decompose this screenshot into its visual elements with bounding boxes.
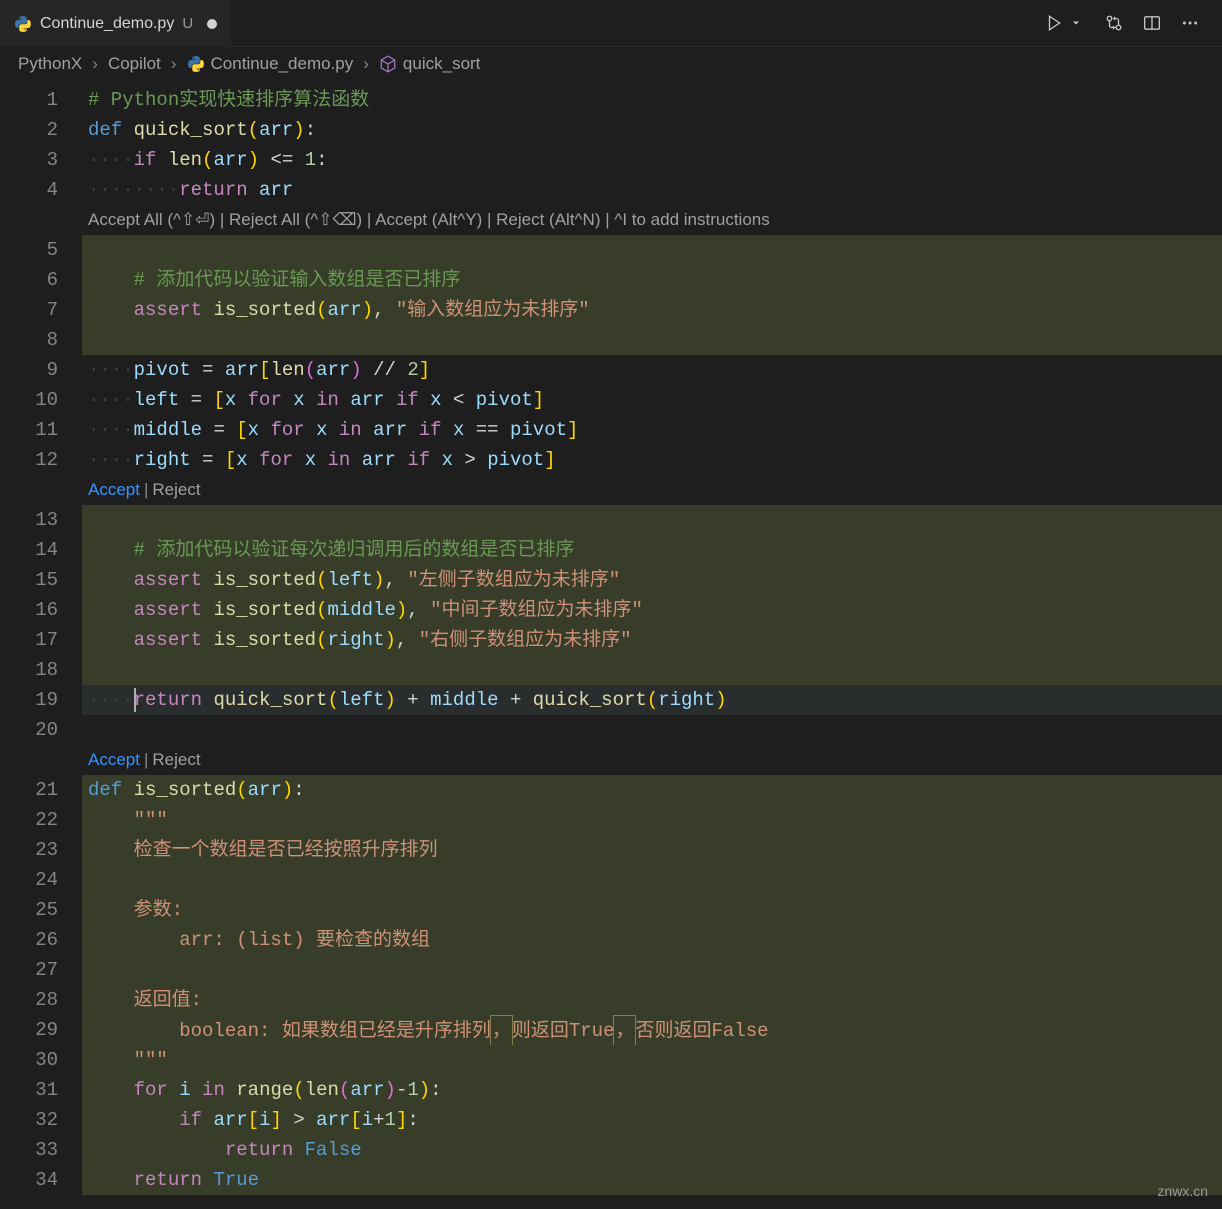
editor-tab[interactable]: Continue_demo.py U <box>0 0 231 47</box>
code-line: ········arr: (list) 要检查的数组 <box>82 925 1222 955</box>
code-line: ····return quick_sort(left) + middle + q… <box>82 685 1222 715</box>
breadcrumb-item[interactable]: Continue_demo.py <box>211 54 354 74</box>
code-content[interactable]: # Python实现快速排序算法函数 def quick_sort(arr): … <box>82 81 1222 1209</box>
tab-modified-dot <box>207 19 217 29</box>
chevron-right-icon: › <box>167 54 181 74</box>
code-line: ···· <box>82 235 1222 265</box>
code-line: ····# 添加代码以验证每次递归调用后的数组是否已排序 <box>82 535 1222 565</box>
code-line: ········boolean: 如果数组已经是升序排列，则返回True，否则返… <box>82 1015 1222 1045</box>
breadcrumb-item[interactable]: Copilot <box>108 54 161 74</box>
code-line: ····返回值: <box>82 985 1222 1015</box>
split-editor-icon[interactable] <box>1142 13 1162 33</box>
code-line: ····right = [x for x in arr if x > pivot… <box>82 445 1222 475</box>
code-editor[interactable]: 1 2 3 4 5 6 7 8 9 10 11 12 13 14 15 16 1… <box>0 81 1222 1209</box>
run-icon[interactable] <box>1044 13 1064 33</box>
code-line: ···· <box>82 325 1222 355</box>
code-line: ····assert is_sorted(middle), "中间子数组应为未排… <box>82 595 1222 625</box>
code-line: ····return True <box>82 1165 1222 1195</box>
code-line: ····参数: <box>82 895 1222 925</box>
accept-link[interactable]: Accept <box>88 745 140 775</box>
code-line: def quick_sort(arr): <box>82 115 1222 145</box>
inline-suggestion-hint: Accept All (^⇧⏎) | Reject All (^⇧⌫) | Ac… <box>82 205 1222 235</box>
editor-toolbar <box>1044 13 1212 33</box>
code-line: ····if len(arr) <= 1: <box>82 145 1222 175</box>
python-icon <box>14 15 32 33</box>
code-line: ····assert is_sorted(arr), "输入数组应为未排序" <box>82 295 1222 325</box>
breadcrumb: PythonX › Copilot › Continue_demo.py › q… <box>0 47 1222 81</box>
code-line: ····""" <box>82 805 1222 835</box>
line-gutter: 1 2 3 4 5 6 7 8 9 10 11 12 13 14 15 16 1… <box>0 81 82 1209</box>
chevron-right-icon: › <box>88 54 102 74</box>
watermark: znwx.cn <box>1157 1183 1208 1199</box>
chevron-right-icon: › <box>359 54 373 74</box>
code-line: ···· <box>82 655 1222 685</box>
accept-reject-hint: Accept | Reject <box>82 745 1222 775</box>
code-line: def is_sorted(arr): <box>82 775 1222 805</box>
compare-changes-icon[interactable] <box>1104 13 1124 33</box>
run-dropdown-icon[interactable] <box>1066 13 1086 33</box>
accept-link[interactable]: Accept <box>88 475 140 505</box>
code-line: ····assert is_sorted(right), "右侧子数组应为未排序… <box>82 625 1222 655</box>
tab-file-name: Continue_demo.py <box>40 15 174 33</box>
reject-link[interactable]: Reject <box>152 475 200 505</box>
code-line: ····left = [x for x in arr if x < pivot] <box>82 385 1222 415</box>
code-line: ····pivot = arr[len(arr) // 2] <box>82 355 1222 385</box>
breadcrumb-item[interactable]: quick_sort <box>403 54 480 74</box>
breadcrumb-item[interactable]: PythonX <box>18 54 82 74</box>
symbol-method-icon <box>379 55 397 73</box>
code-line: ····middle = [x for x in arr if x == piv… <box>82 415 1222 445</box>
code-line: ········if arr[i] > arr[i+1]: <box>82 1105 1222 1135</box>
code-line: ····assert is_sorted(left), "左侧子数组应为未排序" <box>82 565 1222 595</box>
code-line: # Python实现快速排序算法函数 <box>82 85 1222 115</box>
reject-link[interactable]: Reject <box>152 745 200 775</box>
code-line: ····检查一个数组是否已经按照升序排列 <box>82 835 1222 865</box>
code-line: ········return arr <box>82 175 1222 205</box>
accept-reject-hint: Accept | Reject <box>82 475 1222 505</box>
python-icon <box>187 55 205 73</box>
code-line <box>82 715 1222 745</box>
code-line <box>82 955 1222 985</box>
code-line: ····""" <box>82 1045 1222 1075</box>
code-line: ····# 添加代码以验证输入数组是否已排序 <box>82 265 1222 295</box>
more-actions-icon[interactable] <box>1180 13 1200 33</box>
tab-bar: Continue_demo.py U <box>0 0 1222 47</box>
code-line: ····for i in range(len(arr)-1): <box>82 1075 1222 1105</box>
tab-git-status: U <box>182 15 193 32</box>
code-line: ············return False <box>82 1135 1222 1165</box>
code-line <box>82 865 1222 895</box>
code-line: ···· <box>82 505 1222 535</box>
